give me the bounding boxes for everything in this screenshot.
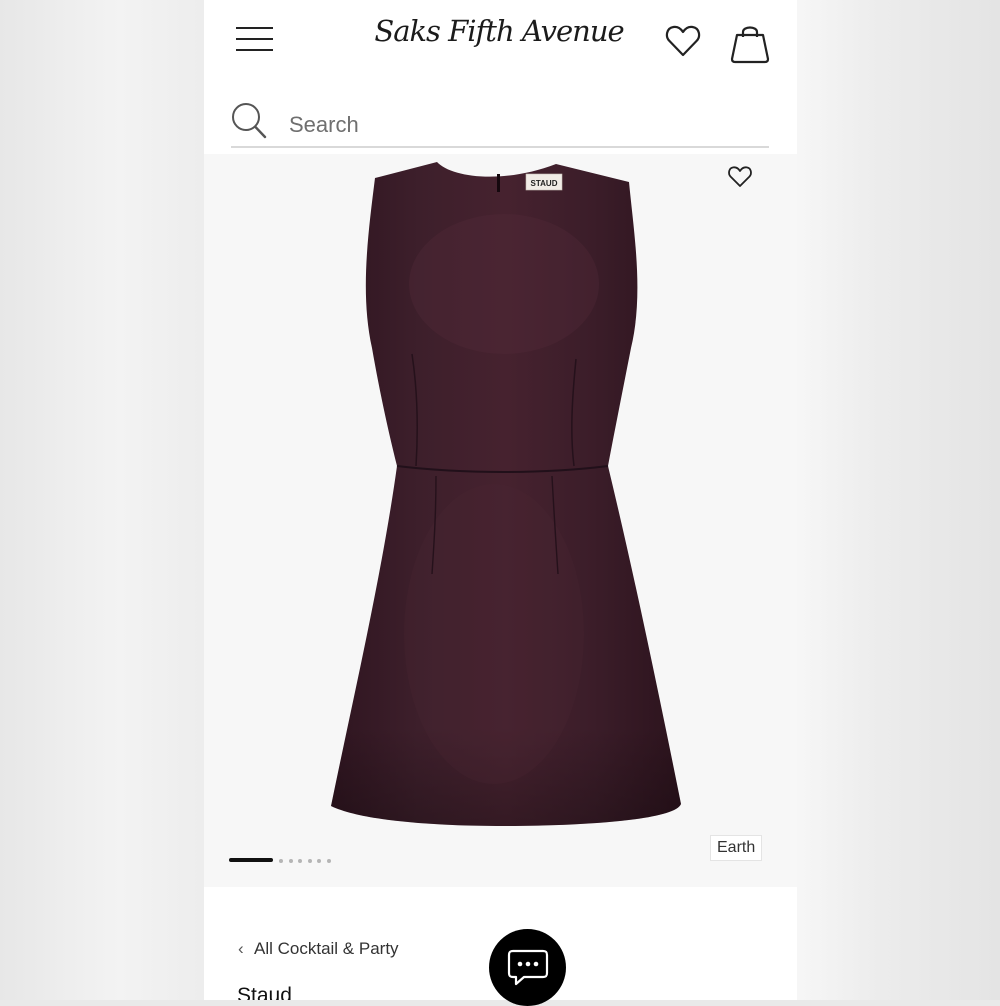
carousel-dot-active[interactable]: [229, 858, 273, 862]
chat-button[interactable]: [489, 929, 566, 1006]
hamburger-menu-icon[interactable]: [236, 27, 274, 53]
favorite-heart-icon[interactable]: [727, 165, 753, 194]
chat-bubble-icon: [507, 949, 549, 986]
carousel-dot[interactable]: [326, 859, 331, 863]
carousel-dot[interactable]: [307, 859, 312, 863]
saks-logo[interactable]: Saks Fifth Avenue: [374, 14, 624, 48]
search-icon[interactable]: [231, 102, 267, 145]
carousel-dot[interactable]: [317, 859, 321, 863]
product-brand[interactable]: Staud: [237, 984, 292, 1000]
search-bar[interactable]: Search: [231, 100, 769, 148]
mobile-page: Saks Fifth Avenue Search STAUD Earth ‹ A…: [204, 0, 797, 1000]
breadcrumb[interactable]: ‹ All Cocktail & Party: [238, 939, 399, 959]
dress-brand-label: STAUD: [531, 179, 558, 188]
site-header: Saks Fifth Avenue: [204, 0, 797, 90]
breadcrumb-label: All Cocktail & Party: [254, 939, 399, 958]
carousel-dot[interactable]: [298, 859, 302, 863]
wishlist-heart-icon[interactable]: [665, 24, 701, 63]
product-image-dress: STAUD: [331, 162, 681, 826]
product-image-gallery[interactable]: STAUD Earth: [204, 154, 797, 887]
carousel-dot[interactable]: [279, 859, 283, 863]
color-label: Earth: [710, 835, 763, 861]
chevron-left-icon: ‹: [238, 939, 244, 958]
carousel-dot[interactable]: [288, 859, 293, 863]
search-input[interactable]: Search: [289, 112, 359, 138]
shopping-bag-icon[interactable]: [730, 22, 770, 69]
